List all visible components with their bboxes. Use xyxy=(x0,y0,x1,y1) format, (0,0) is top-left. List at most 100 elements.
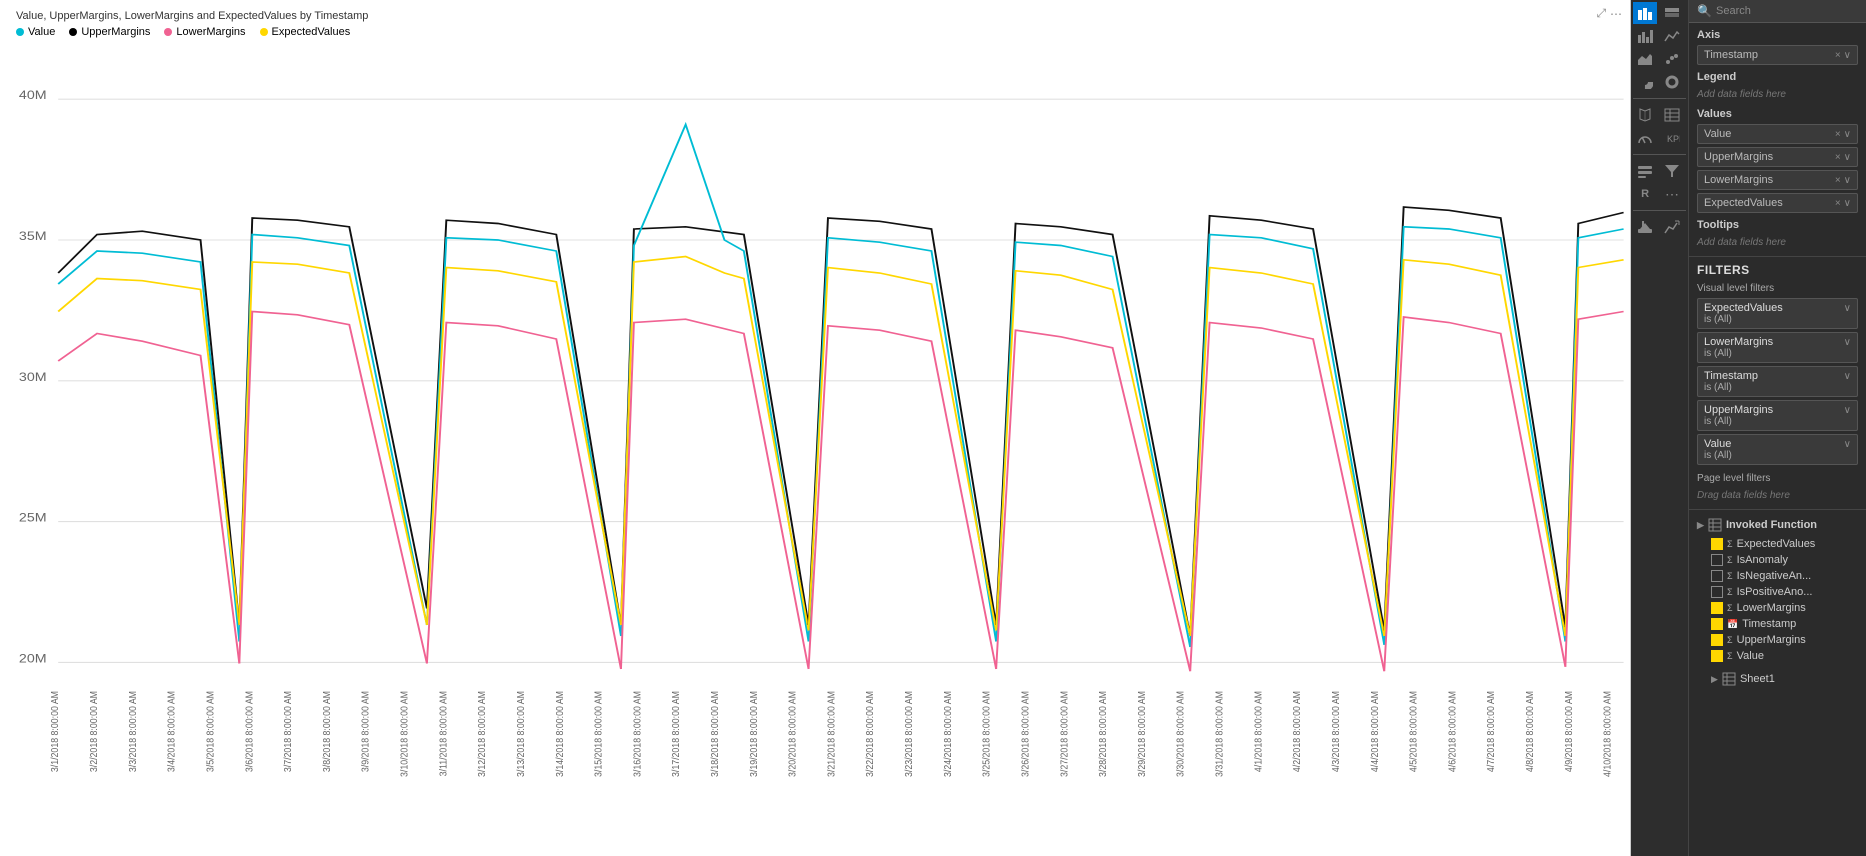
svg-text:30M: 30M xyxy=(19,370,47,384)
scatter-chart-icon[interactable] xyxy=(1660,48,1684,70)
filter-expand-lower-icon[interactable]: ∨ xyxy=(1844,337,1851,348)
svg-text:3/19/2018 8:00:00 AM: 3/19/2018 8:00:00 AM xyxy=(748,691,760,777)
field-checkbox-negative[interactable] xyxy=(1711,570,1723,582)
filter-expand-value-icon[interactable]: ∨ xyxy=(1844,439,1851,450)
values-field-value[interactable]: Value ×∨ xyxy=(1697,124,1858,144)
legend-placeholder: Add data fields here xyxy=(1697,87,1858,102)
invoked-header[interactable]: ▶ Invoked Function xyxy=(1695,514,1860,536)
filter-icon2[interactable] xyxy=(1660,160,1684,182)
slicer-icon[interactable] xyxy=(1633,160,1657,182)
sheet1-table-icon xyxy=(1722,672,1736,686)
page-level-label: Page level filters xyxy=(1697,473,1858,484)
more-visuals-icon[interactable]: ⋯ xyxy=(1660,183,1684,205)
values-field-expected[interactable]: ExpectedValues ×∨ xyxy=(1697,193,1858,213)
column-chart-icon[interactable] xyxy=(1633,25,1657,47)
maximize-icon[interactable]: ⤢ xyxy=(1596,6,1606,21)
analytics-icon[interactable] xyxy=(1660,216,1684,238)
search-input[interactable] xyxy=(1716,5,1858,17)
svg-text:3/23/2018 8:00:00 AM: 3/23/2018 8:00:00 AM xyxy=(903,691,915,777)
filter-expand-timestamp-icon[interactable]: ∨ xyxy=(1844,371,1851,382)
field-item-timestamp[interactable]: 📅 Timestamp xyxy=(1695,616,1860,632)
field-checkbox-upper[interactable] xyxy=(1711,634,1723,646)
svg-text:3/16/2018 8:00:00 AM: 3/16/2018 8:00:00 AM xyxy=(632,691,644,777)
svg-text:4/10/2018 8:00:00 AM: 4/10/2018 8:00:00 AM xyxy=(1602,691,1614,777)
toolbar-strip: KPI R ⋯ xyxy=(1631,0,1689,856)
legend-label: Legend xyxy=(1697,71,1858,83)
visual-level-label: Visual level filters xyxy=(1697,283,1858,294)
field-item-value[interactable]: Σ Value xyxy=(1695,648,1860,664)
field-item-is-anomaly[interactable]: Σ IsAnomaly xyxy=(1695,552,1860,568)
svg-text:KPI: KPI xyxy=(1667,134,1680,144)
chart-area: 40M 35M 30M 25M 20M xyxy=(0,42,1630,856)
axis-label: Axis xyxy=(1697,29,1858,41)
svg-text:3/9/2018 8:00:00 AM: 3/9/2018 8:00:00 AM xyxy=(360,691,372,772)
svg-text:3/2/2018 8:00:00 AM: 3/2/2018 8:00:00 AM xyxy=(88,691,100,772)
filter-timestamp[interactable]: Timestamp ∨ is (All) xyxy=(1697,366,1858,397)
field-checkbox-lower[interactable] xyxy=(1711,602,1723,614)
table-icon-small xyxy=(1708,518,1722,532)
svg-text:3/3/2018 8:00:00 AM: 3/3/2018 8:00:00 AM xyxy=(127,691,139,772)
filter-expected-values[interactable]: ExpectedValues ∨ is (All) xyxy=(1697,298,1858,329)
pie-chart-icon[interactable] xyxy=(1633,71,1657,93)
svg-text:3/17/2018 8:00:00 AM: 3/17/2018 8:00:00 AM xyxy=(671,691,683,777)
filter-expand-icon[interactable]: ∨ xyxy=(1844,303,1851,314)
svg-text:3/13/2018 8:00:00 AM: 3/13/2018 8:00:00 AM xyxy=(515,691,527,777)
field-type-value: Σ xyxy=(1727,651,1733,661)
drag-placeholder: Drag data fields here xyxy=(1697,488,1858,503)
filter-value[interactable]: Value ∨ is (All) xyxy=(1697,434,1858,465)
field-label-timestamp: Timestamp xyxy=(1742,618,1796,630)
field-checkbox-anomaly[interactable] xyxy=(1711,554,1723,566)
field-label-lower: LowerMargins xyxy=(1737,602,1806,614)
svg-text:4/7/2018 8:00:00 AM: 4/7/2018 8:00:00 AM xyxy=(1486,691,1498,772)
filter-upper-margins[interactable]: UpperMargins ∨ is (All) xyxy=(1697,400,1858,431)
stacked-bar-chart-icon[interactable] xyxy=(1633,2,1657,24)
legend-label-lower: LowerMargins xyxy=(176,26,245,38)
gauge-icon[interactable] xyxy=(1633,127,1657,149)
field-item-is-positive[interactable]: Σ IsPositiveAno... xyxy=(1695,584,1860,600)
svg-text:3/25/2018 8:00:00 AM: 3/25/2018 8:00:00 AM xyxy=(981,691,993,777)
field-checkbox-timestamp[interactable] xyxy=(1711,618,1723,630)
area-chart-icon[interactable] xyxy=(1633,48,1657,70)
axis-field[interactable]: Timestamp × ∨ xyxy=(1697,45,1858,65)
field-item-expected-values[interactable]: Σ ExpectedValues xyxy=(1695,536,1860,552)
field-label-negative: IsNegativeAn... xyxy=(1737,570,1812,582)
field-item-is-negative[interactable]: Σ IsNegativeAn... xyxy=(1695,568,1860,584)
table-icon[interactable] xyxy=(1660,104,1684,126)
stacked-bar-chart2-icon[interactable] xyxy=(1660,2,1684,24)
svg-text:3/14/2018 8:00:00 AM: 3/14/2018 8:00:00 AM xyxy=(554,691,566,777)
svg-text:3/31/2018 8:00:00 AM: 3/31/2018 8:00:00 AM xyxy=(1214,691,1226,777)
field-checkbox-value[interactable] xyxy=(1711,650,1723,662)
sheet1-item[interactable]: ▶ Sheet1 xyxy=(1695,670,1860,688)
expand-arrow[interactable]: ▶ xyxy=(1697,520,1704,531)
donut-chart-icon[interactable] xyxy=(1660,71,1684,93)
search-icon: 🔍 xyxy=(1697,4,1712,18)
legend-dot-lower xyxy=(164,28,172,36)
legend-item-lower: LowerMargins xyxy=(164,26,245,38)
r-visual-icon[interactable]: R xyxy=(1633,183,1657,205)
svg-text:3/11/2018 8:00:00 AM: 3/11/2018 8:00:00 AM xyxy=(438,691,450,776)
kpi-icon[interactable]: KPI xyxy=(1660,127,1684,149)
format-visual-icon[interactable] xyxy=(1633,216,1657,238)
legend-item-value: Value xyxy=(16,26,55,38)
svg-text:4/1/2018 8:00:00 AM: 4/1/2018 8:00:00 AM xyxy=(1253,691,1265,772)
svg-text:3/21/2018 8:00:00 AM: 3/21/2018 8:00:00 AM xyxy=(826,691,838,777)
svg-text:3/27/2018 8:00:00 AM: 3/27/2018 8:00:00 AM xyxy=(1059,691,1071,777)
svg-text:3/30/2018 8:00:00 AM: 3/30/2018 8:00:00 AM xyxy=(1175,691,1187,777)
field-label-upper: UpperMargins xyxy=(1737,634,1806,646)
field-item-lower-margins[interactable]: Σ LowerMargins xyxy=(1695,600,1860,616)
map-chart-icon[interactable] xyxy=(1633,104,1657,126)
field-item-upper-margins[interactable]: Σ UpperMargins xyxy=(1695,632,1860,648)
sheet1-expand-icon[interactable]: ▶ xyxy=(1711,674,1718,685)
svg-text:3/18/2018 8:00:00 AM: 3/18/2018 8:00:00 AM xyxy=(709,691,721,777)
svg-text:3/4/2018 8:00:00 AM: 3/4/2018 8:00:00 AM xyxy=(166,691,178,772)
line-chart-icon[interactable] xyxy=(1660,25,1684,47)
axis-remove-icon[interactable]: × ∨ xyxy=(1835,50,1851,61)
values-field-upper[interactable]: UpperMargins ×∨ xyxy=(1697,147,1858,167)
field-checkbox-expected[interactable] xyxy=(1711,538,1723,550)
values-field-lower[interactable]: LowerMargins ×∨ xyxy=(1697,170,1858,190)
field-type-anomaly: Σ xyxy=(1727,555,1733,565)
options-icon[interactable]: ⋯ xyxy=(1610,7,1622,21)
filter-expand-upper-icon[interactable]: ∨ xyxy=(1844,405,1851,416)
field-checkbox-positive[interactable] xyxy=(1711,586,1723,598)
filter-lower-margins[interactable]: LowerMargins ∨ is (All) xyxy=(1697,332,1858,363)
